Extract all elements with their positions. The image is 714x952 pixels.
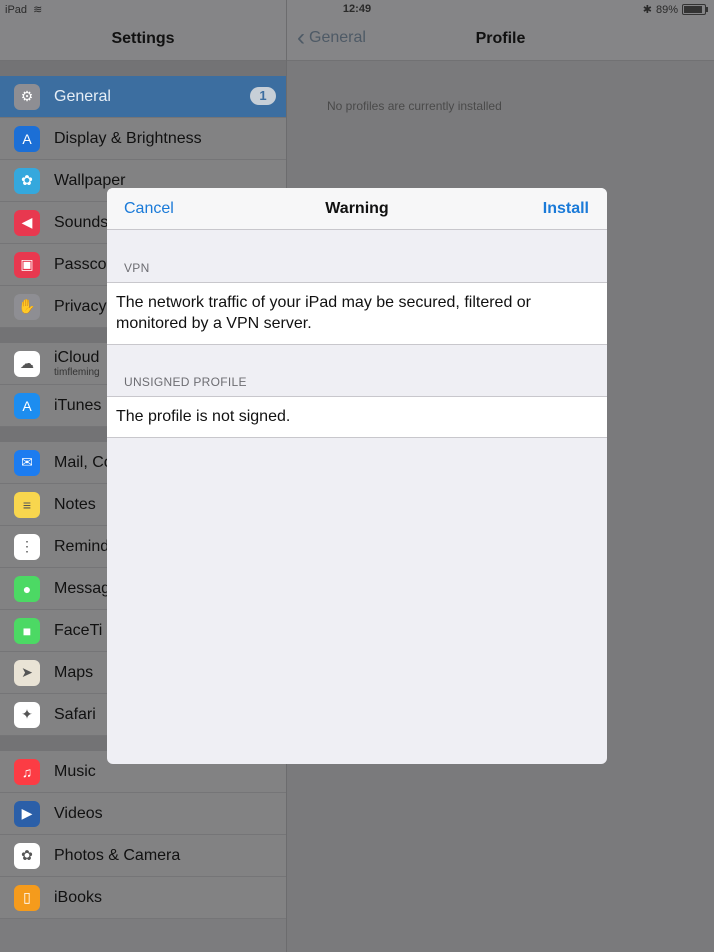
music-icon: ♫: [14, 758, 40, 785]
no-profiles-message: No profiles are currently installed: [327, 99, 502, 113]
sidebar-item-videos[interactable]: ▶ Videos: [0, 793, 286, 835]
notification-badge: 1: [250, 87, 276, 105]
sidebar-item-label: Notes: [54, 495, 96, 513]
sidebar-item-ibooks[interactable]: ▯ iBooks: [0, 877, 286, 919]
sidebar-item-label: Photos & Camera: [54, 846, 181, 864]
sidebar-item-label: Privacy: [54, 297, 107, 315]
videos-icon: ▶: [14, 800, 40, 827]
vpn-section-header: VPN: [124, 261, 150, 275]
lock-icon: ▣: [14, 251, 40, 278]
unsigned-section-header: UNSIGNED PROFILE: [124, 375, 247, 389]
facetime-icon: ■: [14, 617, 40, 644]
sidebar-item-text: iCloud timfleming: [54, 349, 100, 378]
sidebar-item-label: Sounds: [54, 213, 109, 231]
sidebar-item-label: Mail, Co: [54, 453, 113, 471]
sidebar-item-label: iCloud: [54, 349, 100, 366]
sidebar-item-general[interactable]: ⚙ General 1: [0, 76, 286, 118]
battery-icon: [682, 4, 708, 15]
sidebar-item-label: Display & Brightness: [54, 129, 202, 147]
group-separator: [0, 61, 286, 76]
messages-icon: ●: [14, 575, 40, 602]
settings-group: ♫ Music ▶ Videos ✿ Photos & Camera ▯ iBooks: [0, 751, 286, 919]
mail-icon: ✉: [14, 449, 40, 476]
status-bar: iPad ≋ 12:49 ✱ 89%: [0, 0, 714, 20]
sidebar-item-label: Remind: [54, 537, 110, 555]
sidebar-item-label: Maps: [54, 663, 94, 681]
sidebar-item-label: iBooks: [54, 888, 103, 906]
detail-title: Profile: [475, 30, 526, 47]
hand-icon: ✋: [14, 293, 40, 320]
sidebar-item-label: Passco: [54, 255, 107, 273]
sidebar-item-label: Music: [54, 762, 96, 780]
sidebar-item-label: FaceTi: [54, 621, 103, 639]
sidebar-item-label: iTunes: [54, 396, 102, 414]
ibooks-icon: ▯: [14, 884, 40, 911]
gear-icon: ⚙: [14, 83, 40, 110]
sidebar-item-label: Messag: [54, 579, 111, 597]
safari-icon: ✦: [14, 701, 40, 728]
notes-icon: ≡: [14, 491, 40, 518]
sidebar-item-label: General: [54, 87, 111, 105]
bluetooth-icon: ✱: [642, 4, 652, 16]
sidebar-item-display-brightness[interactable]: A Display & Brightness: [0, 118, 286, 160]
warning-dialog: Cancel Warning Install VPN The network t…: [107, 188, 607, 764]
sidebar-item-label: Wallpaper: [54, 171, 126, 189]
cloud-icon: ☁: [14, 350, 40, 377]
sidebar-title: Settings: [111, 30, 175, 47]
dialog-navbar: Cancel Warning Install: [107, 188, 607, 230]
dialog-title: Warning: [325, 200, 389, 217]
sidebar-item-label: Safari: [54, 705, 96, 723]
clock: 12:49: [342, 3, 372, 15]
install-button[interactable]: Install: [543, 200, 589, 218]
wallpaper-icon: ✿: [14, 167, 40, 194]
sound-icon: ◀: [14, 209, 40, 236]
vpn-warning-text: The network traffic of your iPad may be …: [107, 282, 607, 345]
sidebar-item-photos-camera[interactable]: ✿ Photos & Camera: [0, 835, 286, 877]
maps-icon: ➤: [14, 659, 40, 686]
battery-percent: 89%: [655, 3, 678, 16]
status-right: ✱ 89%: [642, 3, 708, 16]
display-icon: A: [14, 125, 40, 152]
sidebar-item-sublabel: timfleming: [54, 367, 100, 378]
reminders-icon: ⋮: [14, 533, 40, 560]
photos-icon: ✿: [14, 842, 40, 869]
unsigned-warning-text: The profile is not signed.: [107, 396, 607, 438]
sidebar-item-label: Videos: [54, 804, 103, 822]
app-store-icon: A: [14, 392, 40, 419]
